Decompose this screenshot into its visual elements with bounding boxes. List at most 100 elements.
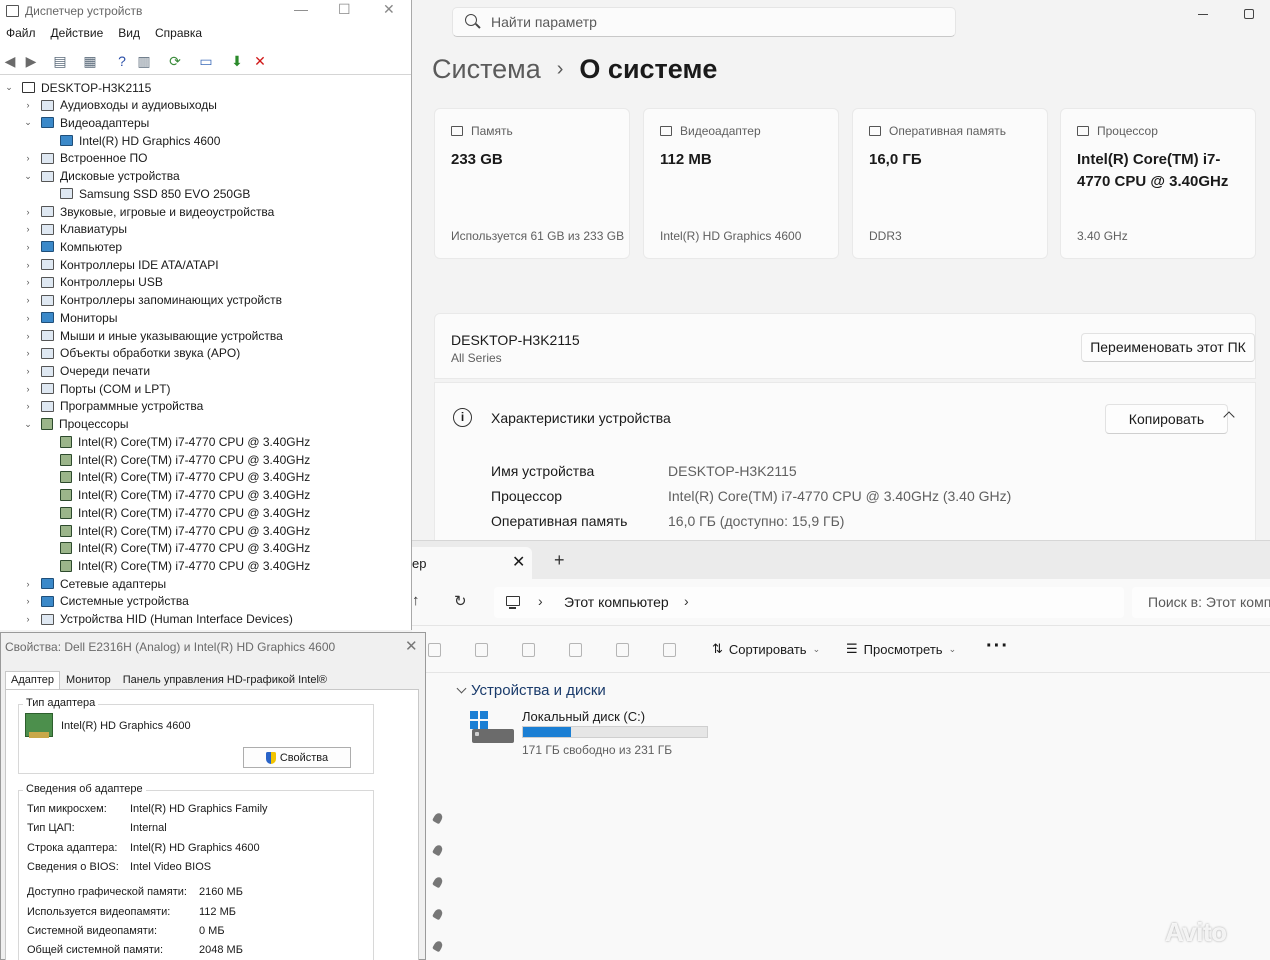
local-drive-c[interactable]: Локальный диск (C:) 171 ГБ свободно из 2… (470, 707, 720, 759)
tree-node[interactable]: › Объекты обработки звука (APO) (23, 345, 241, 362)
monitor-icon[interactable]: ▭ (198, 53, 214, 69)
copy-icon[interactable] (475, 643, 488, 657)
share-icon[interactable] (616, 643, 629, 657)
tree-node[interactable]: › Программные устройства (23, 398, 204, 415)
chevron-right-icon[interactable]: › (684, 593, 689, 609)
back-arrow-icon[interactable]: ◀ (2, 53, 18, 69)
paste-icon[interactable] (522, 643, 535, 657)
tree-node[interactable]: Intel(R) Core(TM) i7-4770 CPU @ 3.40GHz (42, 540, 310, 557)
pin-icon[interactable] (432, 907, 444, 921)
pin-icon[interactable] (432, 875, 444, 889)
menu-view[interactable]: Вид (118, 26, 140, 46)
collapse-chevron-icon[interactable]: › (23, 242, 33, 252)
tree-node[interactable]: › Сетевые адаптеры (23, 575, 167, 592)
expand-chevron-icon[interactable]: ⌄ (4, 82, 14, 93)
tree-node[interactable]: Intel(R) Core(TM) i7-4770 CPU @ 3.40GHz (42, 522, 310, 539)
collapse-chevron-icon[interactable]: › (23, 596, 33, 606)
collapse-chevron-icon[interactable]: › (23, 579, 33, 589)
pin-icon[interactable] (432, 843, 444, 857)
collapse-chevron-icon[interactable]: › (23, 277, 33, 287)
list-icon[interactable]: ▦ (82, 53, 98, 69)
tree-node[interactable]: › Встроенное ПО (23, 150, 148, 167)
up-arrow-icon[interactable]: ↑ (412, 592, 420, 609)
maximize-icon[interactable]: ☐ (338, 1, 351, 18)
expand-chevron-icon[interactable]: ⌄ (23, 171, 33, 182)
tree-node[interactable]: Intel(R) Core(TM) i7-4770 CPU @ 3.40GHz (42, 433, 310, 450)
copy-button[interactable]: Копировать (1105, 404, 1228, 434)
devices-group-header[interactable]: Устройства и диски (456, 682, 606, 699)
collapse-chevron-icon[interactable]: › (23, 348, 33, 358)
maximize-icon[interactable] (1244, 9, 1254, 19)
tree-node[interactable]: › Системные устройства (23, 593, 189, 610)
cut-icon[interactable] (428, 643, 441, 657)
address-bar[interactable]: › Этот компьютер › (494, 587, 1124, 618)
close-icon[interactable]: ✕ (383, 1, 395, 18)
tree-node[interactable]: ⌄ Процессоры (23, 416, 128, 433)
collapse-chevron-icon[interactable]: › (23, 153, 33, 163)
delete-icon[interactable] (663, 643, 676, 657)
minimize-icon[interactable] (1198, 14, 1208, 15)
collapse-chevron-icon[interactable]: › (23, 100, 33, 110)
tree-node[interactable]: ⌄ Дисковые устройства (23, 168, 180, 185)
details-icon[interactable]: ▥ (136, 53, 152, 69)
close-tab-icon[interactable]: ✕ (512, 552, 525, 572)
tree-node[interactable]: › Контроллеры IDE ATA/ATAPI (23, 256, 219, 273)
minimize-icon[interactable]: — (294, 1, 308, 17)
pin-icon[interactable] (432, 939, 444, 953)
tree-node[interactable]: › Контроллеры USB (23, 274, 163, 291)
tree-node[interactable]: › Аудиовходы и аудиовыходы (23, 97, 217, 114)
tree-node[interactable]: ⌄ Видеоадаптеры (23, 114, 149, 131)
menu-file[interactable]: Файл (6, 26, 36, 46)
tree-node[interactable]: › Устройства HID (Human Interface Devices… (23, 611, 293, 628)
pin-icon[interactable] (432, 811, 444, 825)
tree-node[interactable]: › Звуковые, игровые и видеоустройства (23, 203, 275, 220)
tree-node[interactable]: Intel(R) Core(TM) i7-4770 CPU @ 3.40GHz (42, 557, 310, 574)
forward-arrow-icon[interactable]: ▶ (23, 53, 39, 69)
collapse-chevron-icon[interactable]: › (23, 331, 33, 341)
sort-button[interactable]: ⇅ Сортировать ⌄ (712, 641, 820, 657)
rename-icon[interactable] (569, 643, 582, 657)
view-button[interactable]: ☰ Просмотреть ⌄ (846, 641, 956, 657)
new-tab-icon[interactable]: + (554, 550, 565, 571)
collapse-chevron-icon[interactable]: › (23, 224, 33, 234)
tree-node[interactable]: Intel(R) Core(TM) i7-4770 CPU @ 3.40GHz (42, 469, 310, 486)
chevron-right-icon[interactable]: › (538, 593, 543, 609)
gpu-card[interactable]: Видеоадаптер 112 MB Intel(R) HD Graphics… (643, 108, 839, 259)
expand-chevron-icon[interactable]: ⌄ (23, 117, 33, 128)
collapse-chevron-icon[interactable]: › (23, 384, 33, 394)
tree-node[interactable]: › Компьютер (23, 238, 123, 255)
tab-intel-graphics-panel[interactable]: Панель управления HD-графикой Intel® (117, 671, 333, 689)
tree-node[interactable]: › Порты (COM и LPT) (23, 380, 171, 397)
collapse-chevron-icon[interactable]: › (23, 260, 33, 270)
menu-help[interactable]: Справка (155, 26, 202, 46)
collapse-chevron-icon[interactable]: › (23, 207, 33, 217)
adapter-properties-button[interactable]: Свойства (243, 747, 351, 768)
tree-node[interactable]: Intel(R) Core(TM) i7-4770 CPU @ 3.40GHz (42, 451, 310, 468)
tab-adapter[interactable]: Адаптер (5, 671, 60, 689)
tree-node[interactable]: › Мыши и иные указывающие устройства (23, 327, 283, 344)
tree-node[interactable]: › Мониторы (23, 309, 118, 326)
tree-node[interactable]: ⌄ DESKTOP-H3K2115 (4, 79, 151, 96)
close-icon[interactable]: ✕ (405, 637, 418, 655)
collapse-chevron-icon[interactable]: › (23, 614, 33, 624)
tree-node[interactable]: › Очереди печати (23, 363, 151, 380)
settings-search-box[interactable]: Найти параметр (452, 7, 956, 37)
ram-card[interactable]: Оперативная память 16,0 ГБ DDR3 (852, 108, 1048, 259)
tree-node[interactable]: Samsung SSD 850 EVO 250GB (42, 185, 250, 202)
collapse-chevron-icon[interactable]: › (23, 313, 33, 323)
enable-device-icon[interactable]: ⬇ (229, 53, 245, 69)
rename-pc-button[interactable]: Переименовать этот ПК (1081, 333, 1255, 362)
scan-hardware-icon[interactable]: ⟳ (167, 53, 183, 69)
storage-card[interactable]: Память 233 GB Используется 61 GB из 233 … (434, 108, 630, 259)
tab-monitor[interactable]: Монитор (60, 671, 117, 689)
uninstall-device-icon[interactable]: ✕ (252, 53, 268, 69)
cpu-card[interactable]: Процессор Intel(R) Core(TM) i7-4770 CPU … (1060, 108, 1256, 259)
explorer-tab[interactable]: ер ✕ (412, 547, 532, 579)
expand-chevron-icon[interactable]: ⌄ (23, 419, 33, 430)
breadcrumb-parent[interactable]: Система (432, 54, 541, 85)
help-icon[interactable]: ? (114, 53, 130, 69)
refresh-icon[interactable]: ↻ (454, 592, 467, 610)
path-segment[interactable]: Этот компьютер (564, 594, 669, 610)
tree-node[interactable]: Intel(R) HD Graphics 4600 (42, 132, 220, 149)
collapse-chevron-icon[interactable]: › (23, 366, 33, 376)
